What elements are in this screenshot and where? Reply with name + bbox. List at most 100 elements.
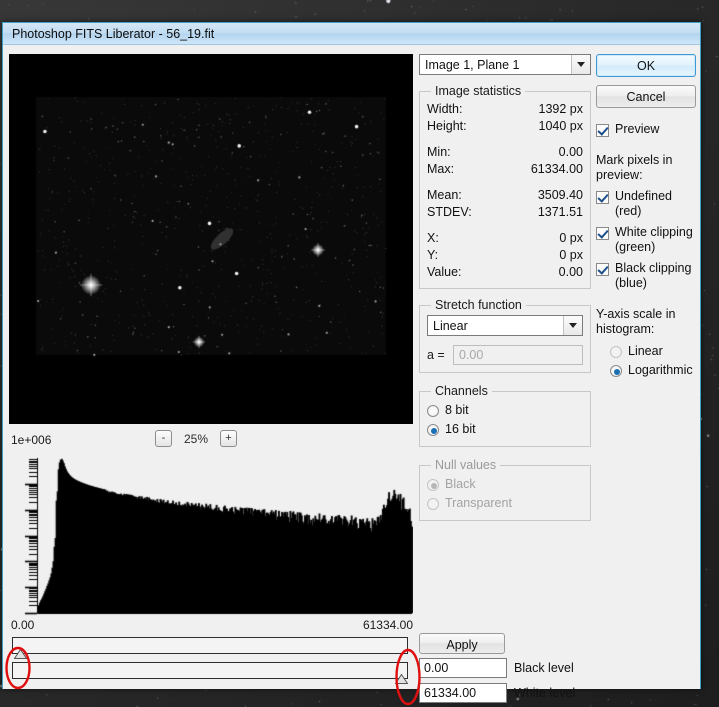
histogram-axis-max: 61334.00 xyxy=(362,618,413,632)
stat-value: 3509.40 xyxy=(537,188,583,202)
histogram-axis-min: 0.00 xyxy=(11,618,35,632)
stat-row-max: Max: 61334.00 xyxy=(427,161,583,178)
channels-group: Channels 8 bit 16 bit xyxy=(419,384,591,447)
channel-label: 16 bit xyxy=(445,422,476,436)
image-statistics-legend: Image statistics xyxy=(435,84,522,98)
yaxis-option-linear[interactable]: Linear xyxy=(610,342,700,361)
ok-button[interactable]: OK xyxy=(596,54,696,77)
null-values-group: Null values Black Transparent xyxy=(419,458,591,521)
window-client-area: 1e+006 - 25% + 0.00 61334.00 Apply 0.00 … xyxy=(3,45,700,703)
mark-pixels-title: Mark pixels in preview: xyxy=(596,153,673,182)
preview-starfield-canvas xyxy=(9,54,413,424)
channels-legend: Channels xyxy=(435,384,488,398)
null-label: Transparent xyxy=(445,496,512,510)
plane-selector-dropdown[interactable]: Image 1, Plane 1 xyxy=(419,54,591,75)
stretch-function-value: Linear xyxy=(433,318,468,333)
mark-pixels-undefined-row[interactable]: Undefined (red) xyxy=(596,189,700,219)
yaxis-label: Linear xyxy=(628,344,663,358)
stat-row-x: X: 0 px xyxy=(427,230,583,247)
preview-checkbox-row[interactable]: Preview xyxy=(596,122,700,137)
black-level-slider[interactable] xyxy=(12,637,408,654)
yaxis-label: Logarithmic xyxy=(628,363,693,377)
stat-row-width: Width: 1392 px xyxy=(427,101,583,118)
stat-label: Value: xyxy=(427,265,462,279)
chevron-down-icon[interactable] xyxy=(571,55,590,74)
zoom-out-button[interactable]: - xyxy=(155,430,172,447)
mark-pixels-black-clipping-row[interactable]: Black clipping (blue) xyxy=(596,261,700,291)
channel-option-8bit[interactable]: 8 bit xyxy=(427,401,583,420)
stretch-a-row: a = 0.00 xyxy=(427,345,583,365)
window-title: Photoshop FITS Liberator - 56_19.fit xyxy=(12,26,215,41)
zoom-level-label: 25% xyxy=(183,431,209,446)
stat-label: Height: xyxy=(427,119,467,133)
black-level-slider-thumb[interactable] xyxy=(14,649,27,659)
radio-icon xyxy=(427,497,439,510)
preview-label: Preview xyxy=(615,122,660,136)
black-level-label: Black level xyxy=(514,661,574,675)
stat-label: Max: xyxy=(427,162,455,176)
fits-liberator-window: Photoshop FITS Liberator - 56_19.fit 1e+… xyxy=(2,22,701,703)
checkbox-icon[interactable] xyxy=(596,191,609,204)
mark-pixels-white-clipping-row[interactable]: White clipping (green) xyxy=(596,225,700,255)
histogram-canvas xyxy=(9,454,413,617)
histogram-axis-labels: 0.00 61334.00 xyxy=(9,618,413,634)
radio-icon xyxy=(427,478,439,491)
actions-column: OK Cancel Preview Mark pixels in preview… xyxy=(596,54,700,380)
white-level-slider-thumb[interactable] xyxy=(395,674,408,684)
white-level-slider[interactable] xyxy=(12,662,408,679)
stat-label: Y: xyxy=(427,248,439,262)
stretch-a-input: 0.00 xyxy=(453,345,583,365)
histogram-header: 1e+006 - 25% + xyxy=(9,430,413,454)
white-level-input[interactable]: 61334.00 xyxy=(419,683,507,703)
histogram-y-axis-label: 1e+006 xyxy=(11,433,52,447)
apply-button[interactable]: Apply xyxy=(419,633,505,654)
stat-label: Mean: xyxy=(427,188,462,202)
zoom-in-button[interactable]: + xyxy=(220,430,237,447)
radio-icon[interactable] xyxy=(610,364,622,377)
stat-label: X: xyxy=(427,231,439,245)
window-titlebar[interactable]: Photoshop FITS Liberator - 56_19.fit xyxy=(3,23,700,45)
stat-row-min: Min: 0.00 xyxy=(427,144,583,161)
stat-value: 0.00 xyxy=(558,265,583,279)
histogram-zoom-controls: - 25% + xyxy=(155,430,237,447)
yaxis-option-logarithmic[interactable]: Logarithmic xyxy=(610,361,700,380)
stat-row-y: Y: 0 px xyxy=(427,247,583,264)
stat-value: 1392 px xyxy=(538,102,583,116)
stretch-function-dropdown[interactable]: Linear xyxy=(427,315,583,336)
settings-column: Image 1, Plane 1 Image statistics Width:… xyxy=(419,54,591,521)
radio-icon[interactable] xyxy=(610,345,622,358)
stat-row-stdev: STDEV: 1371.51 xyxy=(427,204,583,221)
stat-value: 0 px xyxy=(559,231,583,245)
stretch-function-group: Stretch function Linear a = 0.00 xyxy=(419,298,591,373)
radio-icon[interactable] xyxy=(427,404,439,417)
stat-value: 61334.00 xyxy=(530,162,583,176)
checkbox-icon[interactable] xyxy=(596,263,609,276)
checkbox-icon[interactable] xyxy=(596,227,609,240)
image-preview[interactable] xyxy=(9,54,413,424)
yaxis-scale-title: Y-axis scale in histogram: xyxy=(596,307,676,336)
stat-label: Width: xyxy=(427,102,463,116)
black-level-row: 0.00 Black level xyxy=(419,658,574,678)
white-level-label: White level xyxy=(514,686,576,700)
stat-label: Min: xyxy=(427,145,451,159)
chevron-down-icon[interactable] xyxy=(563,316,582,335)
null-label: Black xyxy=(445,477,476,491)
null-option-black: Black xyxy=(427,475,583,494)
stat-row-height: Height: 1040 px xyxy=(427,118,583,135)
black-level-input[interactable]: 0.00 xyxy=(419,658,507,678)
cancel-button[interactable]: Cancel xyxy=(596,85,696,108)
white-level-row: 61334.00 White level xyxy=(419,683,575,703)
stretch-function-legend: Stretch function xyxy=(435,298,522,312)
null-values-legend: Null values xyxy=(435,458,497,472)
stretch-a-label: a = xyxy=(427,348,445,362)
checkbox-icon[interactable] xyxy=(596,124,609,137)
null-option-transparent: Transparent xyxy=(427,494,583,513)
channel-option-16bit[interactable]: 16 bit xyxy=(427,420,583,439)
stat-value: 0 px xyxy=(559,248,583,262)
histogram-plot[interactable] xyxy=(9,454,413,617)
radio-icon[interactable] xyxy=(427,423,439,436)
stat-value: 1040 px xyxy=(538,119,583,133)
